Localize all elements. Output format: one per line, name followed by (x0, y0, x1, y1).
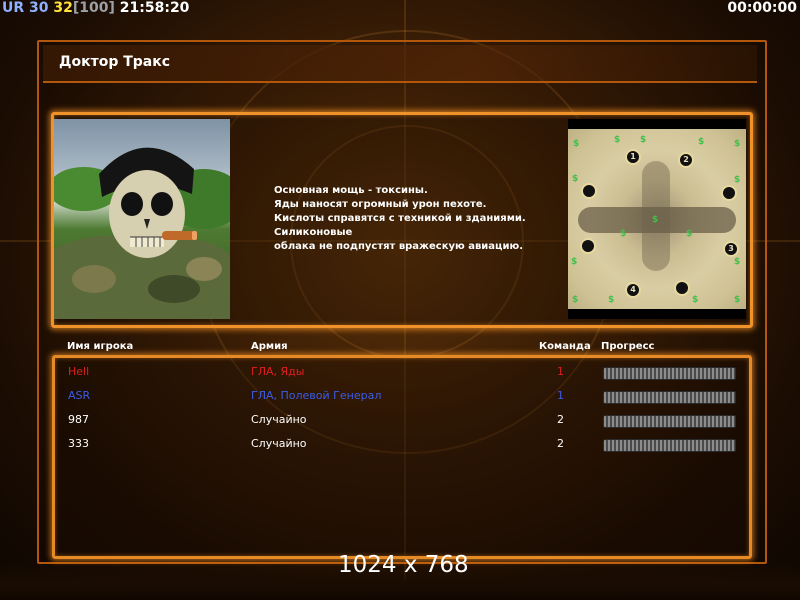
supply-dock-icon: $ (573, 139, 580, 149)
column-header-player: Имя игрока (67, 341, 134, 352)
spawn-point-2[interactable]: 2 (678, 152, 694, 168)
supply-dock-icon: $ (571, 257, 578, 267)
supply-dock-icon: $ (698, 137, 705, 147)
supply-dock-icon: $ (640, 135, 647, 145)
player-team: 2 (557, 413, 564, 426)
player-name: Hell (68, 365, 90, 378)
load-progress-bar (603, 439, 736, 452)
supply-dock-icon: $ (734, 295, 741, 305)
supply-dock-icon: $ (692, 295, 699, 305)
player-team: 1 (557, 389, 564, 402)
supply-dock-icon: $ (620, 229, 627, 239)
description-line: Основная мощь - токсины. (274, 185, 428, 196)
description-line: Яды наносят огромный урон пехоте. (274, 199, 487, 210)
description-line: облака не подпустят вражескую авиацию. (274, 241, 523, 252)
table-row: 987 Случайно 2 (0, 413, 800, 429)
supply-dock-icon: $ (686, 229, 693, 239)
supply-dock-icon: $ (572, 295, 579, 305)
supply-dock-icon: $ (734, 257, 741, 267)
skull-soldier-portrait-icon (54, 147, 230, 319)
load-progress-bar (603, 367, 736, 380)
general-portrait (54, 119, 230, 319)
hud-ur: UR (2, 0, 25, 16)
spawn-point-empty[interactable] (674, 280, 690, 296)
player-army: Случайно (251, 437, 307, 450)
player-name: 333 (68, 437, 89, 450)
load-progress-bar (603, 391, 736, 404)
spawn-point-4[interactable]: 4 (625, 282, 641, 298)
player-team: 2 (557, 437, 564, 450)
hud-stats: UR 30 32[100] 21:58:20 (2, 0, 189, 16)
column-header-progress: Прогресс (601, 341, 655, 352)
player-name: 987 (68, 413, 89, 426)
table-row: Hell ГЛА, Яды 1 (0, 365, 800, 381)
spawn-point-empty[interactable] (581, 183, 597, 199)
resolution-label: 1024 x 768 (338, 552, 469, 578)
spawn-point-3[interactable]: 3 (723, 241, 739, 257)
player-army: Случайно (251, 413, 307, 426)
spawn-point-1[interactable]: 1 (625, 149, 641, 165)
supply-dock-icon: $ (734, 139, 741, 149)
spawn-point-empty[interactable] (721, 185, 737, 201)
table-row: ASR ГЛА, Полевой Генерал 1 (0, 389, 800, 405)
hud-bracket-value: [100] (72, 0, 115, 16)
minimap: 1 2 3 4 $ $ $ $ $ $ $ $ $ $ $ $ $ $ $ $ (568, 119, 746, 319)
general-name-title: Доктор Тракс (59, 54, 171, 70)
player-name: ASR (68, 389, 91, 402)
supply-dock-icon: $ (614, 135, 621, 145)
column-header-army: Армия (251, 341, 288, 352)
description-line: Силиконовые (274, 227, 353, 238)
table-row: 333 Случайно 2 (0, 437, 800, 453)
hud-value-2: 32 (53, 0, 73, 16)
hud-timer: 00:00:00 (727, 0, 797, 16)
supply-dock-icon: $ (572, 174, 579, 184)
player-team: 1 (557, 365, 564, 378)
supply-dock-icon: $ (652, 215, 659, 225)
description-line: Кислоты справятся с техникой и зданиями. (274, 213, 526, 224)
supply-dock-icon: $ (734, 175, 741, 185)
general-description: Основная мощь - токсины. Яды наносят огр… (274, 184, 554, 254)
player-army: ГЛА, Яды (251, 365, 305, 378)
hud-value-1: 30 (29, 0, 49, 16)
players-table (52, 355, 752, 559)
spawn-point-empty[interactable] (580, 238, 596, 254)
column-header-team: Команда (539, 341, 591, 352)
hud-clock: 21:58:20 (119, 0, 190, 16)
supply-dock-icon: $ (608, 295, 615, 305)
load-progress-bar (603, 415, 736, 428)
player-army: ГЛА, Полевой Генерал (251, 389, 382, 402)
